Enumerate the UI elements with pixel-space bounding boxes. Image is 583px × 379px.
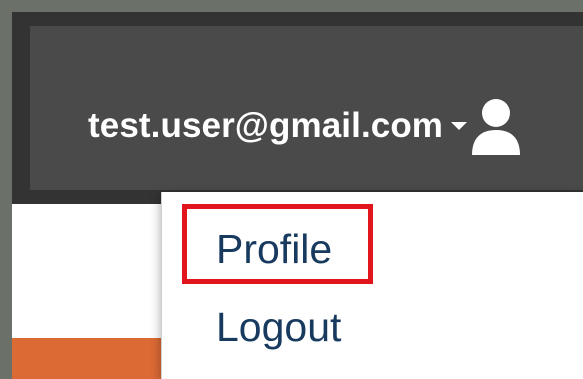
user-email: test.user@gmail.com [88, 106, 444, 145]
menu-item-profile[interactable]: Profile [216, 226, 332, 273]
app-frame: test.user@gmail.com Profile Logout [12, 12, 583, 379]
user-menu-toggle[interactable]: test.user@gmail.com [88, 97, 523, 155]
top-navbar: test.user@gmail.com [30, 26, 583, 190]
menu-item-logout[interactable]: Logout [216, 304, 341, 351]
user-dropdown-menu: Profile Logout [161, 192, 583, 379]
user-icon [469, 97, 523, 155]
caret-down-icon [451, 122, 468, 130]
orange-banner [12, 338, 172, 379]
